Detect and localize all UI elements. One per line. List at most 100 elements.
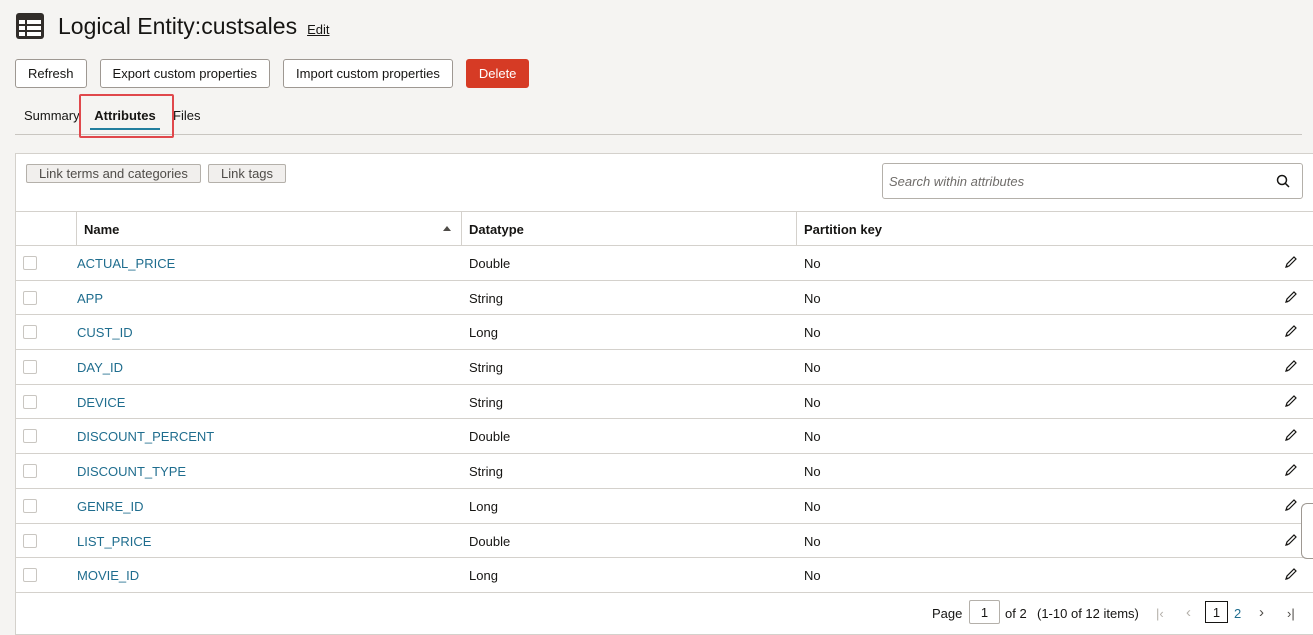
page-title: Logical Entity:custsales — [58, 12, 298, 39]
attribute-name-link[interactable]: DISCOUNT_PERCENT — [77, 429, 214, 444]
row-checkbox[interactable] — [23, 568, 37, 583]
column-divider — [796, 212, 797, 246]
pencil-icon[interactable] — [1284, 394, 1298, 408]
table-row[interactable]: CUST_ID Long No — [16, 315, 1313, 351]
attribute-name-link[interactable]: DEVICE — [77, 395, 125, 410]
attribute-datatype: Double — [469, 429, 511, 445]
row-checkbox[interactable] — [23, 533, 37, 548]
search-input[interactable] — [883, 164, 1263, 198]
attribute-datatype: Double — [469, 533, 511, 549]
column-header-name[interactable]: Name — [84, 212, 119, 246]
attribute-datatype: Long — [469, 325, 498, 341]
column-header-partition-key[interactable]: Partition key — [804, 212, 882, 246]
link-tags-button[interactable]: Link tags — [208, 164, 287, 183]
row-checkbox[interactable] — [23, 360, 37, 375]
row-checkbox[interactable] — [23, 290, 37, 305]
attribute-name-link[interactable]: CUST_ID — [77, 325, 133, 340]
pencil-icon[interactable] — [1284, 428, 1298, 442]
pencil-icon[interactable] — [1284, 359, 1298, 373]
pencil-icon[interactable] — [1284, 498, 1298, 512]
first-page-icon[interactable]: |‹ — [1156, 606, 1164, 621]
attribute-datatype: String — [469, 360, 503, 376]
refresh-button[interactable]: Refresh — [15, 59, 87, 88]
table-row[interactable]: GENRE_ID Long No — [16, 489, 1313, 524]
column-divider — [461, 212, 462, 246]
attribute-datatype: String — [469, 290, 503, 306]
side-help-tab[interactable] — [1301, 503, 1313, 559]
tab-files[interactable]: Files — [173, 96, 200, 134]
attribute-datatype: Long — [469, 498, 498, 514]
attribute-partition-key: No — [804, 394, 821, 410]
attribute-partition-key: No — [804, 360, 821, 376]
attribute-name-link[interactable]: DISCOUNT_TYPE — [77, 464, 186, 479]
table-row[interactable]: ACTUAL_PRICE Double No — [16, 246, 1313, 281]
page-count-label: of 2 — [1005, 606, 1027, 621]
search-box — [882, 163, 1303, 199]
row-checkbox[interactable] — [23, 394, 37, 409]
tab-bar: Summary Attributes Files — [15, 94, 1302, 138]
page-label: Page — [932, 606, 963, 621]
attribute-partition-key: No — [804, 533, 821, 549]
column-divider — [76, 212, 77, 246]
table-row[interactable]: MOVIE_ID Long No — [16, 558, 1313, 593]
active-tab-indicator — [90, 128, 160, 130]
table-icon — [16, 13, 44, 39]
table-row[interactable]: DAY_ID String No — [16, 350, 1313, 385]
row-checkbox[interactable] — [23, 498, 37, 513]
page-number-input[interactable] — [969, 600, 1000, 624]
table-row[interactable]: LIST_PRICE Double No — [16, 524, 1313, 559]
export-custom-properties-button[interactable]: Export custom properties — [99, 59, 271, 88]
attribute-partition-key: No — [804, 498, 821, 514]
sort-ascending-icon[interactable] — [443, 226, 451, 231]
pencil-icon[interactable] — [1284, 290, 1298, 304]
row-checkbox[interactable] — [23, 429, 37, 444]
page-button-2[interactable]: 2 — [1234, 606, 1241, 621]
table-row[interactable]: DEVICE String No — [16, 385, 1313, 420]
attribute-partition-key: No — [804, 256, 821, 271]
edit-link[interactable]: Edit — [307, 22, 329, 37]
previous-page-icon[interactable]: ‹ — [1186, 604, 1191, 621]
last-page-icon[interactable]: ›| — [1287, 606, 1295, 621]
link-terms-button[interactable]: Link terms and categories — [26, 164, 201, 183]
attribute-name-link[interactable]: ACTUAL_PRICE — [77, 256, 175, 271]
search-icon[interactable] — [1276, 174, 1290, 188]
pencil-icon[interactable] — [1284, 324, 1298, 338]
tab-attributes[interactable]: Attributes — [85, 96, 165, 134]
page-button-current[interactable]: 1 — [1205, 601, 1228, 623]
attribute-partition-key: No — [804, 325, 821, 341]
tab-attributes-label: Attributes — [94, 107, 156, 123]
table-header: Name Datatype Partition key — [16, 211, 1313, 246]
import-custom-properties-button[interactable]: Import custom properties — [283, 59, 453, 88]
pencil-icon[interactable] — [1284, 255, 1298, 269]
attribute-partition-key: No — [804, 429, 821, 445]
delete-button[interactable]: Delete — [465, 59, 530, 88]
pencil-icon[interactable] — [1284, 567, 1298, 581]
attribute-name-link[interactable]: GENRE_ID — [77, 499, 143, 514]
row-checkbox[interactable] — [23, 464, 37, 479]
pagination: Page of 2 (1-10 of 12 items) |‹ ‹ 1 2 › … — [16, 595, 1313, 635]
attribute-name-link[interactable]: DAY_ID — [77, 360, 123, 375]
tab-summary[interactable]: Summary — [24, 96, 80, 134]
attribute-name-link[interactable]: APP — [77, 291, 103, 306]
pencil-icon[interactable] — [1284, 463, 1298, 477]
page-header: Logical Entity:custsales Edit — [15, 12, 329, 40]
pencil-icon[interactable] — [1284, 533, 1298, 547]
attribute-datatype: Double — [469, 256, 511, 271]
table-row[interactable]: APP String No — [16, 281, 1313, 316]
attributes-panel: Link terms and categories Link tags Name… — [15, 153, 1313, 635]
table-body: ACTUAL_PRICE Double No APP String No CUST_ID Lo… — [16, 246, 1313, 593]
column-header-datatype[interactable]: Datatype — [469, 212, 524, 246]
attribute-partition-key: No — [804, 290, 821, 306]
toolbar: Refresh Export custom properties Import … — [15, 59, 542, 88]
attribute-datatype: String — [469, 464, 503, 480]
table-row[interactable]: DISCOUNT_TYPE String No — [16, 454, 1313, 489]
attribute-partition-key: No — [804, 568, 821, 584]
row-checkbox[interactable] — [23, 256, 37, 270]
table-row[interactable]: DISCOUNT_PERCENT Double No — [16, 419, 1313, 455]
row-checkbox[interactable] — [23, 325, 37, 340]
attribute-name-link[interactable]: MOVIE_ID — [77, 568, 139, 583]
attribute-name-link[interactable]: LIST_PRICE — [77, 534, 151, 549]
next-page-icon[interactable]: › — [1259, 604, 1264, 621]
attribute-datatype: Long — [469, 568, 498, 584]
items-range-label: (1-10 of 12 items) — [1037, 606, 1139, 621]
